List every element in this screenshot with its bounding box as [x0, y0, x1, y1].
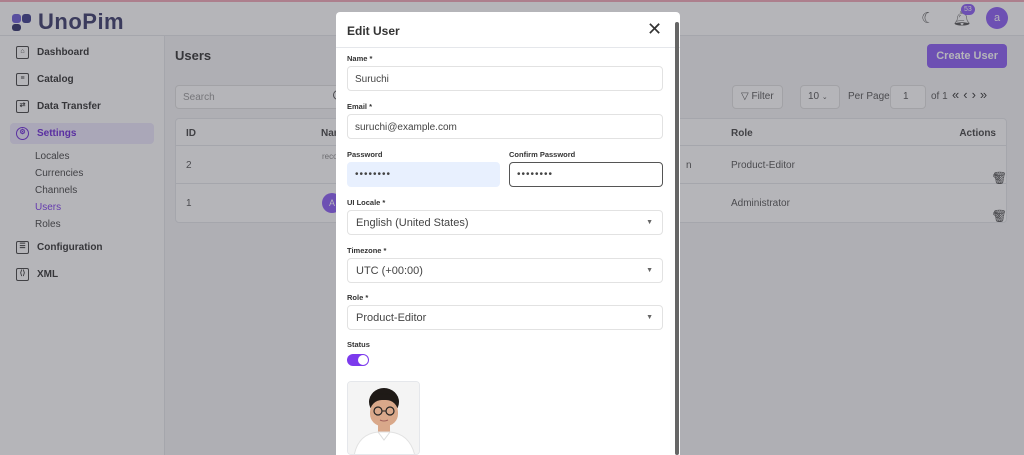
password-field[interactable]: •••••••• [347, 162, 500, 187]
status-label: Status [347, 340, 370, 349]
modal-scrollbar[interactable] [675, 14, 679, 455]
confirm-password-field[interactable]: •••••••• [509, 162, 663, 187]
timezone-label: Timezone * [347, 246, 387, 255]
modal-divider [336, 47, 680, 48]
role-label: Role * [347, 293, 369, 302]
toggle-knob [358, 355, 368, 365]
email-field[interactable]: suruchi@example.com [347, 114, 663, 139]
ui-locale-select[interactable]: English (United States) ▼ [347, 210, 663, 235]
role-value: Product-Editor [356, 312, 427, 324]
timezone-value: UTC (+00:00) [356, 265, 423, 277]
modal-title: Edit User [347, 24, 400, 38]
ui-locale-value: English (United States) [356, 217, 469, 229]
close-icon[interactable]: ✕ [647, 20, 662, 38]
password-label: Password [347, 150, 383, 159]
email-label: Email * [347, 102, 373, 111]
timezone-select[interactable]: UTC (+00:00) ▼ [347, 258, 663, 283]
chevron-down-icon: ▼ [646, 314, 653, 321]
ui-locale-label: UI Locale * [347, 198, 386, 207]
user-photo[interactable] [347, 381, 420, 455]
name-label: Name * [347, 54, 373, 63]
chevron-down-icon: ▼ [646, 219, 653, 226]
status-toggle[interactable] [347, 354, 369, 366]
role-select[interactable]: Product-Editor ▼ [347, 305, 663, 330]
user-photo-image [348, 382, 419, 454]
scrollbar-thumb[interactable] [675, 22, 679, 455]
confirm-password-label: Confirm Password [509, 150, 576, 159]
edit-user-modal: Edit User ✕ Name * Suruchi Email * suruc… [336, 12, 680, 455]
chevron-down-icon: ▼ [646, 267, 653, 274]
name-field[interactable]: Suruchi [347, 66, 663, 91]
